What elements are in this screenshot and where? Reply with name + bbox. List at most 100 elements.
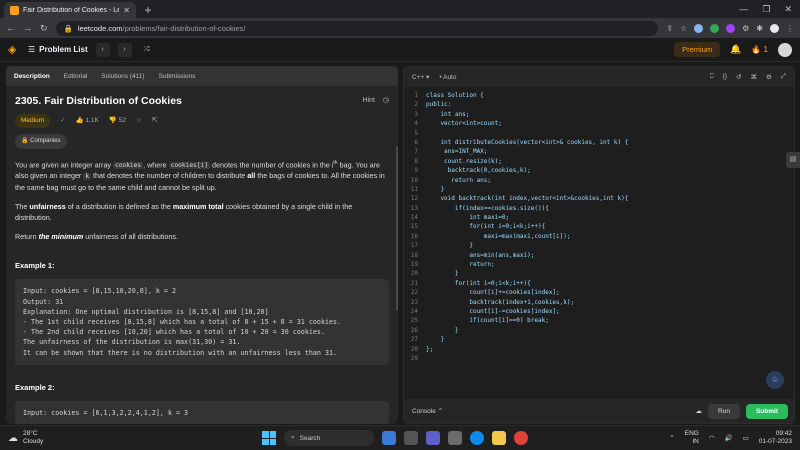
code-line[interactable]: 19 return; [404,260,794,269]
braces-icon[interactable]: {} [723,73,727,81]
code-line[interactable]: 24 count[i]-=cookies[index]; [404,307,794,316]
taskbar-search[interactable]: ⌕ Search [284,430,374,446]
minimize-icon[interactable]: — [739,4,748,14]
shuffle-icon[interactable]: ⤮ [140,43,154,57]
code-icon[interactable]: ⌘ [750,73,757,81]
code-line[interactable]: 9 backtrack(0,cookies,k); [404,166,794,175]
battery-icon[interactable]: ▭ [743,434,749,442]
code-line[interactable]: 14 int maxi=0; [404,213,794,222]
tab-solutions[interactable]: Solutions (411) [101,73,144,80]
code-line[interactable]: 10 return ans; [404,176,794,185]
code-line[interactable]: 2 public: [404,100,794,109]
avatar[interactable] [778,42,792,57]
close-icon[interactable]: ✕ [123,6,130,15]
code-line[interactable]: 17 } [404,241,794,250]
streak-counter[interactable]: 🔥 1 [751,45,768,54]
code-line[interactable]: 26 } [404,326,794,335]
code-line[interactable]: 27 } [404,335,794,344]
folder-icon[interactable] [492,431,506,445]
fullscreen-icon[interactable]: ⤢ [781,73,786,81]
code-line[interactable]: 15 for(int i=0;i<k;i++){ [404,222,794,231]
profile-avatar[interactable] [770,23,779,33]
close-window-icon[interactable]: ✕ [784,4,792,15]
code-line[interactable]: 8 count.resize(k); [404,157,794,166]
code-line[interactable]: 21 for(int i=0;i<k;i++){ [404,279,794,288]
extension-icon[interactable] [710,23,720,33]
code-line[interactable]: 11 } [404,185,794,194]
forward-icon[interactable]: → [23,23,32,33]
wifi-icon[interactable]: ◠ [709,434,715,442]
code-line[interactable]: 12 void backtrack(int index,vector<int>&… [404,194,794,203]
extension-icon[interactable] [726,23,736,33]
problem-list-button[interactable]: ☰ Problem List [28,45,88,54]
weather-widget[interactable]: ☁ 28°C Cloudy [8,430,43,446]
menu-icon[interactable]: ⋮ [786,24,794,33]
taskbar-app-icon[interactable] [382,431,396,445]
like-button[interactable]: 👍 1.1K [76,116,99,127]
tab-description[interactable]: Description [14,73,50,80]
share-icon[interactable]: ⇪ [666,24,673,33]
edge-icon[interactable] [470,431,484,445]
code-line[interactable]: 3 int ans; [404,110,794,119]
description-scrollbar[interactable] [396,146,398,311]
code-line[interactable]: 20 } [404,269,794,278]
chrome-icon[interactable] [514,431,528,445]
maximize-icon[interactable]: ❐ [762,4,770,15]
back-icon[interactable]: ← [6,23,15,33]
dislike-button[interactable]: 👎 52 [109,116,126,127]
auto-mode[interactable]: • Auto [439,74,456,81]
reset-icon[interactable]: ↺ [736,73,741,81]
leetcode-logo-icon[interactable]: ◈ [8,44,20,56]
code-line[interactable]: 22 count[i]+=cookies[index]; [404,288,794,297]
teams-icon[interactable] [426,431,440,445]
next-problem-button[interactable]: › [117,42,132,57]
settings-icon[interactable]: ⚙ [766,73,772,81]
chevron-up-icon[interactable]: ⌃ [669,434,674,442]
timer-icon[interactable]: ◷ [383,96,389,107]
tab-submissions[interactable]: Submissions [159,73,196,80]
upload-icon[interactable]: ☁ [696,407,703,415]
taskbar-app-icon[interactable] [404,431,418,445]
chat-icon[interactable]: ☺ [766,371,784,389]
clock[interactable]: 09:42 01-07-2023 [759,430,792,446]
console-toggle[interactable]: Console ⌃ [412,407,443,415]
notes-side-icon[interactable]: ▤ [786,152,800,168]
code-line[interactable]: 23 backtrack(index+1,cookies,k); [404,298,794,307]
submit-button[interactable]: Submit [745,403,788,419]
code-line[interactable]: 5 [404,129,794,138]
code-line[interactable]: 25 if(count[i]==0) break; [404,316,794,325]
prev-problem-button[interactable]: ‹ [95,42,110,57]
bookmark-star-icon[interactable]: ☆ [680,24,687,33]
input-language[interactable]: ENG IN [685,430,699,446]
store-icon[interactable] [448,431,462,445]
code-editor[interactable]: 1 class Solution {2 public: 3 int ans; 4 vec… [404,87,794,397]
puzzle-icon[interactable]: ✱ [756,24,763,33]
code-line[interactable]: 4 vector<int>count; [404,119,794,128]
reload-icon[interactable]: ↻ [40,23,48,34]
tab-editorial[interactable]: Editorial [64,73,87,80]
code-line[interactable]: 13 if(index==cookies.size()){ [404,204,794,213]
hint-button[interactable]: Hint [362,96,374,107]
code-line[interactable]: 18 ans=min(ans,maxi); [404,251,794,260]
windows-start-icon[interactable] [262,431,276,445]
premium-button[interactable]: Premium [674,42,721,57]
language-select[interactable]: C++ ▾ [412,73,429,81]
bell-icon[interactable]: 🔔 [730,44,741,55]
code-line[interactable]: 29 [404,354,794,363]
code-line[interactable]: 7 ans=INT_MAX; [404,147,794,156]
new-tab-button[interactable]: + [140,2,156,18]
volume-icon[interactable]: 🔊 [725,434,733,442]
share-link-icon[interactable]: ⇱ [152,116,157,127]
url-input[interactable]: 🔒 leetcode.com/problems/fair-distributio… [55,20,659,36]
extension-icon[interactable] [694,23,704,33]
favorite-star-icon[interactable]: ☆ [136,116,142,127]
run-button[interactable]: Run [708,403,740,419]
code-line[interactable]: 28}; [404,345,794,354]
code-line[interactable]: 1 class Solution { [404,91,794,100]
code-line[interactable]: 16 maxi=max(maxi,count[i]); [404,232,794,241]
code-line[interactable]: 6 int distributeCookies(vector<int>& coo… [404,138,794,147]
bookmark-icon[interactable]: ⎕ [710,73,714,81]
companies-tag[interactable]: 🔒 Companies [15,134,67,149]
gear-icon[interactable]: ⚙ [742,24,749,33]
browser-tab[interactable]: Fair Distribution of Cookies - Lee ✕ [4,2,136,18]
